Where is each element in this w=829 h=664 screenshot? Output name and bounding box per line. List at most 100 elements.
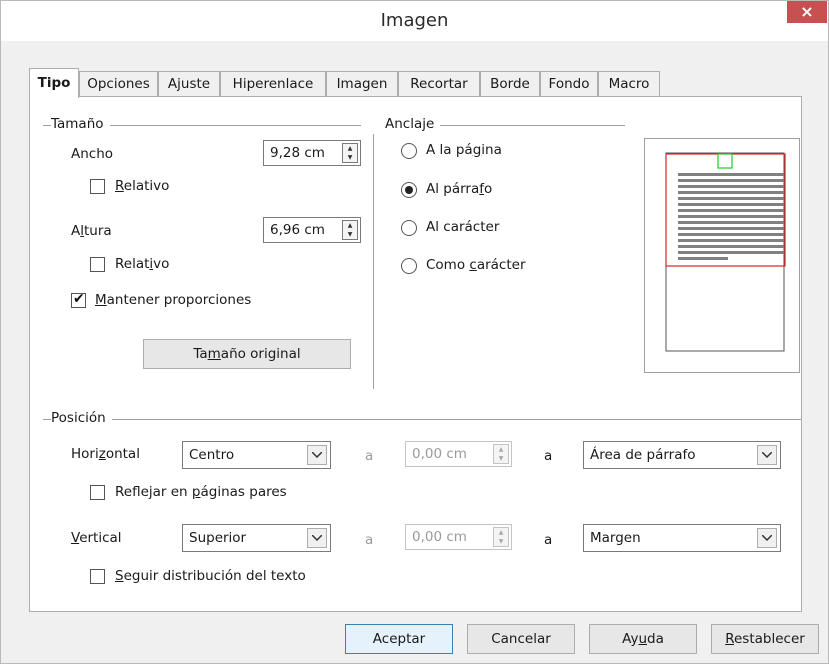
relative-height-post: vo xyxy=(153,256,170,272)
anchor-as-character-mnemonic: c xyxy=(469,257,477,273)
chevron-down-icon[interactable] xyxy=(757,528,777,548)
anchor-as-character-radio[interactable] xyxy=(401,258,417,274)
height-value: 6,96 cm xyxy=(270,222,325,238)
horizontal-select[interactable]: Centro xyxy=(182,441,331,469)
mirror-mnemonic: p xyxy=(191,484,201,500)
horizontal-label-post: ontal xyxy=(105,446,140,462)
keep-ratio-checkbox[interactable]: ✔ xyxy=(71,291,86,308)
spin-up-icon[interactable]: ▲ xyxy=(494,528,508,537)
spin-down-icon[interactable]: ▼ xyxy=(343,153,357,162)
vertical-label-mnemonic: V xyxy=(71,530,80,546)
anchor-as-character-pre: Como xyxy=(426,257,470,273)
relative-width-mnemonic: R xyxy=(115,178,124,194)
anchor-character-radio[interactable] xyxy=(401,220,417,236)
vertical-select[interactable]: Superior xyxy=(182,524,331,552)
tab-hiperenlace[interactable]: Hiperenlace xyxy=(220,71,326,97)
width-label: Ancho xyxy=(71,146,114,162)
ok-button[interactable]: Aceptar xyxy=(345,624,453,654)
horizontal-label-pre: Hori xyxy=(71,446,99,462)
anchor-paragraph-label: Al párrafo xyxy=(426,181,492,197)
height-label: Altura xyxy=(71,223,112,239)
original-size-pre: Ta xyxy=(193,346,208,362)
dialog-title: Imagen xyxy=(380,10,449,31)
relative-width-post: elativo xyxy=(123,178,170,194)
spin-up-icon[interactable]: ▲ xyxy=(494,445,508,454)
horizontal-by-label: a xyxy=(365,448,374,464)
preview-text-lines xyxy=(678,173,784,260)
spin-up-icon[interactable]: ▲ xyxy=(343,144,357,153)
relative-height-checkbox[interactable] xyxy=(90,257,105,272)
original-size-button[interactable]: Tamaño original xyxy=(143,339,351,369)
close-icon: × xyxy=(800,2,814,21)
horizontal-offset-value: 0,00 cm xyxy=(412,446,467,462)
anchor-paragraph-post: o xyxy=(484,181,493,197)
position-section-rule xyxy=(43,419,801,420)
anchor-preview xyxy=(644,138,800,373)
title-bar[interactable]: Imagen × xyxy=(1,1,828,41)
chevron-down-icon[interactable] xyxy=(307,445,327,465)
spin-down-icon[interactable]: ▼ xyxy=(494,454,508,463)
keep-ratio-mnemonic: M xyxy=(95,292,107,308)
anchor-page-pre: A la pá xyxy=(426,142,473,158)
reset-button[interactable]: Restablecer xyxy=(711,624,819,654)
close-button[interactable]: × xyxy=(787,1,827,23)
vertical-label: Vertical xyxy=(71,530,122,546)
horizontal-label: Horizontal xyxy=(71,446,140,462)
preview-image-marker xyxy=(717,153,733,169)
spin-up-icon[interactable]: ▲ xyxy=(343,221,357,230)
tab-imagen[interactable]: Imagen xyxy=(326,71,398,97)
tab-ajuste[interactable]: Ajuste xyxy=(158,71,220,97)
anchor-as-character-post: arácter xyxy=(476,257,526,273)
cancel-button[interactable]: Cancelar xyxy=(467,624,575,654)
relative-width-checkbox[interactable] xyxy=(90,179,105,194)
horizontal-label-mnemonic: z xyxy=(98,446,106,462)
anchor-page-radio[interactable] xyxy=(401,143,417,159)
vertical-to-select[interactable]: Margen xyxy=(583,524,781,552)
follow-text-flow-label: Seguir distribución del texto xyxy=(115,568,306,584)
chevron-down-icon[interactable] xyxy=(757,445,777,465)
tab-macro[interactable]: Macro xyxy=(598,71,660,97)
tab-recortar[interactable]: Recortar xyxy=(398,71,480,97)
height-label-post: tura xyxy=(84,223,112,239)
mirror-label: Reflejar en páginas pares xyxy=(115,484,287,500)
horizontal-to-label: a xyxy=(544,448,553,464)
mirror-checkbox[interactable] xyxy=(90,485,105,500)
keep-ratio-label: Mantener proporciones xyxy=(95,292,251,308)
relative-height-label: Relativo xyxy=(115,256,169,272)
spin-down-icon[interactable]: ▼ xyxy=(343,230,357,239)
height-spin-buttons[interactable]: ▲ ▼ xyxy=(342,220,358,240)
anchor-paragraph-radio[interactable] xyxy=(401,182,417,198)
mirror-pre: Reflejar en xyxy=(115,484,192,500)
position-section-label: Posición xyxy=(51,410,112,426)
keep-ratio-post: antener proporciones xyxy=(106,292,252,308)
height-label-pre: A xyxy=(71,223,81,239)
section-separator xyxy=(373,134,374,389)
follow-text-flow-checkbox[interactable] xyxy=(90,569,105,584)
width-spin-buttons[interactable]: ▲ ▼ xyxy=(342,143,358,163)
vertical-to-label: a xyxy=(544,532,553,548)
chevron-down-icon[interactable] xyxy=(307,528,327,548)
horizontal-offset-spinbox[interactable]: 0,00 cm ▲ ▼ xyxy=(405,441,512,467)
tab-borde[interactable]: Borde xyxy=(480,71,540,97)
height-spinbox[interactable]: 6,96 cm ▲ ▼ xyxy=(263,217,361,243)
horizontal-to-select[interactable]: Área de párrafo xyxy=(583,441,781,469)
vertical-offset-spinbox[interactable]: 0,00 cm ▲ ▼ xyxy=(405,524,512,550)
mirror-post: áginas pares xyxy=(200,484,287,500)
horizontal-offset-spin-buttons[interactable]: ▲ ▼ xyxy=(493,444,509,464)
tab-fondo[interactable]: Fondo xyxy=(540,71,598,97)
help-post: da xyxy=(647,631,664,647)
tab-tipo[interactable]: Tipo xyxy=(29,68,79,98)
width-spinbox[interactable]: 9,28 cm ▲ ▼ xyxy=(263,140,361,166)
anchor-section-label: Anclaje xyxy=(385,116,441,132)
vertical-offset-spin-buttons[interactable]: ▲ ▼ xyxy=(493,527,509,547)
relative-width-label: Relativo xyxy=(115,178,169,194)
tab-opciones[interactable]: Opciones xyxy=(79,71,158,97)
help-button[interactable]: Ayuda xyxy=(589,624,697,654)
anchor-as-character-label: Como carácter xyxy=(426,257,526,273)
follow-text-flow-mnemonic: S xyxy=(115,568,124,584)
width-value: 9,28 cm xyxy=(270,145,325,161)
anchor-page-post: ina xyxy=(481,142,502,158)
spin-down-icon[interactable]: ▼ xyxy=(494,537,508,546)
vertical-value: Superior xyxy=(189,530,247,546)
help-mnemonic: u xyxy=(638,631,648,647)
